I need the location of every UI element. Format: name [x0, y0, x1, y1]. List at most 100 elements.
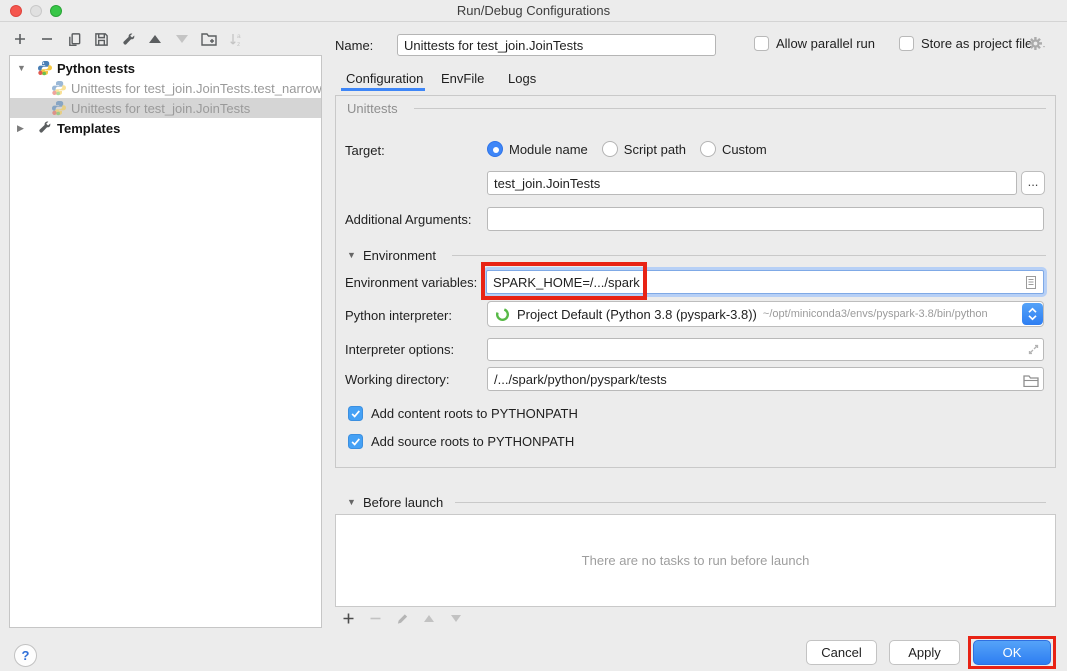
tree-item-unittests-narrow[interactable]: Unittests for test_join.JoinTests.test_n…	[10, 78, 321, 98]
section-divider	[452, 255, 1046, 256]
tree-item-unittests-jointests[interactable]: Unittests for test_join.JoinTests	[10, 98, 321, 118]
additional-arguments-label: Additional Arguments:	[345, 212, 471, 227]
target-value: test_join.JoinTests	[494, 176, 600, 191]
checkbox-checked-icon[interactable]	[348, 406, 363, 421]
python-test-icon	[51, 80, 67, 96]
allow-parallel-run-checkbox[interactable]: Allow parallel run	[754, 36, 875, 51]
tree-item-label: Templates	[57, 121, 120, 136]
radio-label: Module name	[509, 142, 588, 157]
add-task-icon[interactable]	[341, 611, 355, 625]
window-title: Run/Debug Configurations	[0, 0, 1067, 22]
python-interpreter-path: ~/opt/miniconda3/envs/pyspark-3.8/bin/py…	[763, 308, 988, 320]
python-interpreter-value: Project Default (Python 3.8 (pyspark-3.8…	[517, 307, 757, 322]
apply-button[interactable]: Apply	[889, 640, 960, 665]
copy-icon[interactable]	[66, 31, 82, 47]
name-input[interactable]	[397, 34, 716, 56]
python-interpreter-label: Python interpreter:	[345, 308, 452, 323]
chevron-right-icon[interactable]: ▶	[17, 123, 27, 134]
configurations-tree: ▼ Python tests Unittests for test_join.J…	[9, 55, 322, 628]
browse-button[interactable]: ...	[1021, 171, 1045, 195]
add-icon[interactable]	[12, 31, 28, 47]
working-directory-label: Working directory:	[345, 372, 450, 387]
configurations-toolbar: az	[12, 31, 244, 47]
edit-task-icon[interactable]	[395, 611, 409, 625]
checkbox-unchecked-icon[interactable]	[754, 36, 769, 51]
environment-variables-value: SPARK_HOME=/.../spark	[493, 275, 640, 290]
section-divider	[455, 502, 1046, 503]
move-down-icon[interactable]	[174, 31, 190, 47]
tree-item-templates[interactable]: ▶ Templates	[10, 118, 321, 138]
add-source-roots-checkbox[interactable]: Add source roots to PYTHONPATH	[348, 434, 574, 449]
before-launch-empty-message: There are no tasks to run before launch	[582, 553, 810, 568]
remove-icon[interactable]	[39, 31, 55, 47]
edit-templates-icon[interactable]	[120, 31, 136, 47]
radio-unselected-icon[interactable]	[602, 141, 618, 157]
svg-text:z: z	[237, 41, 240, 47]
target-radio-group: Module name Script path Custom	[487, 141, 767, 157]
svg-text:a: a	[237, 33, 241, 40]
dropdown-stepper-icon[interactable]	[1022, 303, 1043, 325]
tab-envfile[interactable]: EnvFile	[441, 71, 484, 91]
checkbox-unchecked-icon[interactable]	[899, 36, 914, 51]
ok-button[interactable]: OK	[973, 640, 1051, 665]
radio-unselected-icon[interactable]	[700, 141, 716, 157]
working-directory-value: /.../spark/python/pyspark/tests	[494, 372, 667, 387]
add-source-roots-label: Add source roots to PYTHONPATH	[371, 434, 574, 449]
cancel-button[interactable]: Cancel	[806, 640, 877, 665]
move-task-up-icon[interactable]	[422, 611, 436, 625]
python-interpreter-dropdown[interactable]: Project Default (Python 3.8 (pyspark-3.8…	[487, 301, 1044, 327]
collapse-before-launch-icon[interactable]: ▼	[347, 497, 356, 507]
radio-script-path[interactable]: Script path	[602, 141, 686, 157]
new-folder-icon[interactable]	[201, 31, 217, 47]
gear-icon[interactable]	[1028, 36, 1048, 52]
radio-label: Custom	[722, 142, 767, 157]
before-launch-task-list: There are no tasks to run before launch	[335, 514, 1056, 607]
tree-item-label: Python tests	[57, 61, 135, 76]
radio-selected-icon[interactable]	[487, 141, 503, 157]
store-as-project-file-checkbox[interactable]: Store as project file	[899, 36, 1032, 51]
save-icon[interactable]	[93, 31, 109, 47]
run-debug-configurations-dialog: Run/Debug Configurations az ▼	[0, 0, 1067, 671]
chevron-down-icon[interactable]: ▼	[17, 63, 27, 73]
python-test-icon	[51, 100, 67, 116]
tree-item-label: Unittests for test_join.JoinTests.test_n…	[71, 81, 321, 96]
help-button[interactable]: ?	[14, 644, 37, 667]
target-input[interactable]: test_join.JoinTests	[487, 171, 1017, 195]
move-task-down-icon[interactable]	[449, 611, 463, 625]
radio-module-name[interactable]: Module name	[487, 141, 588, 157]
environment-variables-focus-ring: SPARK_HOME=/.../spark	[483, 267, 1047, 297]
tree-item-python-tests[interactable]: ▼ Python tests	[10, 58, 321, 78]
collapse-environment-icon[interactable]: ▼	[347, 250, 356, 260]
additional-arguments-input[interactable]	[487, 207, 1044, 231]
add-content-roots-checkbox[interactable]: Add content roots to PYTHONPATH	[348, 406, 578, 421]
move-up-icon[interactable]	[147, 31, 163, 47]
add-content-roots-label: Add content roots to PYTHONPATH	[371, 406, 578, 421]
conda-env-icon	[495, 307, 510, 322]
remove-task-icon[interactable]	[368, 611, 382, 625]
python-tests-icon	[37, 60, 53, 76]
name-label: Name:	[335, 38, 373, 53]
interpreter-options-input[interactable]	[487, 338, 1044, 361]
allow-parallel-run-label: Allow parallel run	[776, 36, 875, 51]
target-label: Target:	[345, 143, 385, 158]
environment-variables-label: Environment variables:	[345, 275, 477, 290]
expand-field-icon[interactable]	[1024, 340, 1042, 358]
checkbox-checked-icon[interactable]	[348, 434, 363, 449]
radio-label: Script path	[624, 142, 686, 157]
working-directory-input[interactable]: /.../spark/python/pyspark/tests	[487, 367, 1044, 391]
sort-alphabetically-icon[interactable]: az	[228, 31, 244, 47]
interpreter-options-label: Interpreter options:	[345, 342, 454, 357]
unittests-group-title: Unittests	[347, 101, 398, 116]
environment-variables-input[interactable]: SPARK_HOME=/.../spark	[486, 270, 1044, 294]
templates-wrench-icon	[37, 120, 53, 136]
environment-section-header: Environment	[363, 248, 436, 263]
tab-logs[interactable]: Logs	[508, 71, 536, 91]
radio-custom[interactable]: Custom	[700, 141, 767, 157]
before-launch-header: Before launch	[363, 495, 443, 510]
env-vars-list-icon[interactable]	[1022, 273, 1040, 291]
tree-item-label: Unittests for test_join.JoinTests	[71, 101, 250, 116]
title-bar: Run/Debug Configurations	[0, 0, 1067, 22]
active-tab-underline	[341, 88, 425, 91]
group-divider	[414, 108, 1046, 109]
folder-icon[interactable]	[1022, 371, 1040, 389]
